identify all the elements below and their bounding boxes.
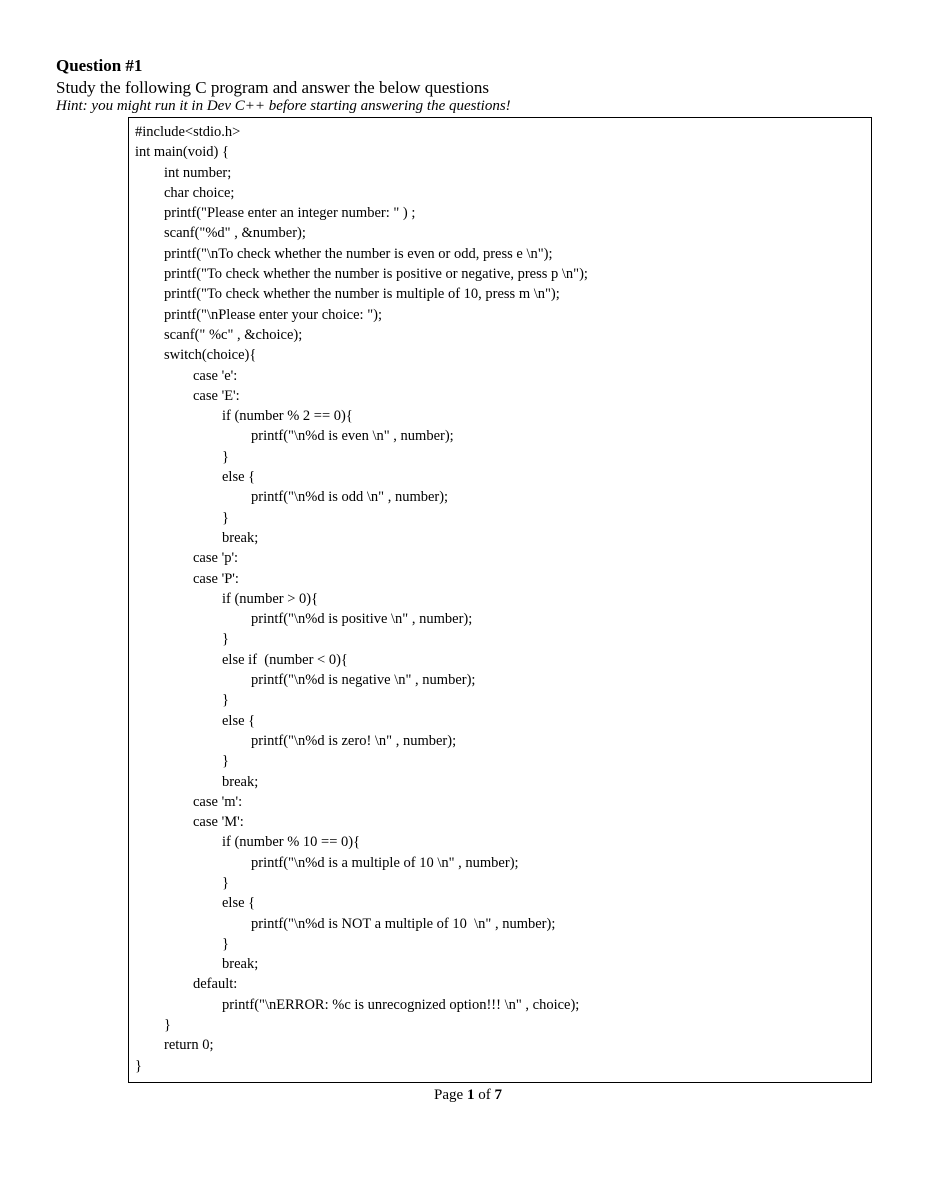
- code-line: }: [135, 751, 865, 771]
- page-prefix: Page: [434, 1087, 467, 1103]
- code-line: case 'e':: [135, 366, 865, 386]
- code-line: }: [135, 508, 865, 528]
- question-title: Question #1: [56, 56, 880, 76]
- code-line: if (number % 2 == 0){: [135, 406, 865, 426]
- code-line: case 'M':: [135, 812, 865, 832]
- code-line: default:: [135, 974, 865, 994]
- code-line: }: [135, 1056, 865, 1076]
- code-line: printf("\n%d is odd \n" , number);: [135, 487, 865, 507]
- document-page: Question #1 Study the following C progra…: [0, 0, 936, 1200]
- code-line: #include<stdio.h>: [135, 122, 865, 142]
- code-line: else {: [135, 711, 865, 731]
- code-line: scanf("%d" , &number);: [135, 223, 865, 243]
- code-line: printf("Please enter an integer number: …: [135, 203, 865, 223]
- code-line: else {: [135, 467, 865, 487]
- code-line: else {: [135, 893, 865, 913]
- code-line: case 'm':: [135, 792, 865, 812]
- code-line: printf("To check whether the number is m…: [135, 284, 865, 304]
- code-line: printf("\n%d is a multiple of 10 \n" , n…: [135, 853, 865, 873]
- code-line: printf("\n%d is negative \n" , number);: [135, 670, 865, 690]
- question-hint: Hint: you might run it in Dev C++ before…: [56, 98, 880, 115]
- code-line: if (number > 0){: [135, 589, 865, 609]
- code-line: char choice;: [135, 183, 865, 203]
- code-line: case 'E':: [135, 386, 865, 406]
- page-indicator: Page 1 of 7: [56, 1087, 880, 1104]
- code-line: case 'p':: [135, 548, 865, 568]
- code-line: case 'P':: [135, 569, 865, 589]
- code-line: int number;: [135, 163, 865, 183]
- code-line: }: [135, 934, 865, 954]
- code-line: printf("To check whether the number is p…: [135, 264, 865, 284]
- page-middle: of: [474, 1087, 494, 1103]
- code-line: printf("\n%d is zero! \n" , number);: [135, 731, 865, 751]
- code-line: printf("\nTo check whether the number is…: [135, 244, 865, 264]
- code-line: printf("\nPlease enter your choice: ");: [135, 305, 865, 325]
- code-line: }: [135, 447, 865, 467]
- code-line: }: [135, 1015, 865, 1035]
- code-line: }: [135, 690, 865, 710]
- code-line: int main(void) {: [135, 142, 865, 162]
- question-prompt: Study the following C program and answer…: [56, 78, 880, 98]
- code-line: printf("\n%d is NOT a multiple of 10 \n"…: [135, 914, 865, 934]
- code-line: printf("\n%d is positive \n" , number);: [135, 609, 865, 629]
- code-line: return 0;: [135, 1035, 865, 1055]
- code-line: printf("\nERROR: %c is unrecognized opti…: [135, 995, 865, 1015]
- code-line: printf("\n%d is even \n" , number);: [135, 426, 865, 446]
- code-line: switch(choice){: [135, 345, 865, 365]
- code-line: if (number % 10 == 0){: [135, 832, 865, 852]
- code-line: scanf(" %c" , &choice);: [135, 325, 865, 345]
- code-line: break;: [135, 528, 865, 548]
- page-total: 7: [494, 1087, 502, 1103]
- code-line: }: [135, 629, 865, 649]
- code-line: break;: [135, 954, 865, 974]
- code-line: else if (number < 0){: [135, 650, 865, 670]
- code-line: break;: [135, 772, 865, 792]
- code-line: }: [135, 873, 865, 893]
- code-listing-box: #include<stdio.h>int main(void) { int nu…: [128, 117, 872, 1083]
